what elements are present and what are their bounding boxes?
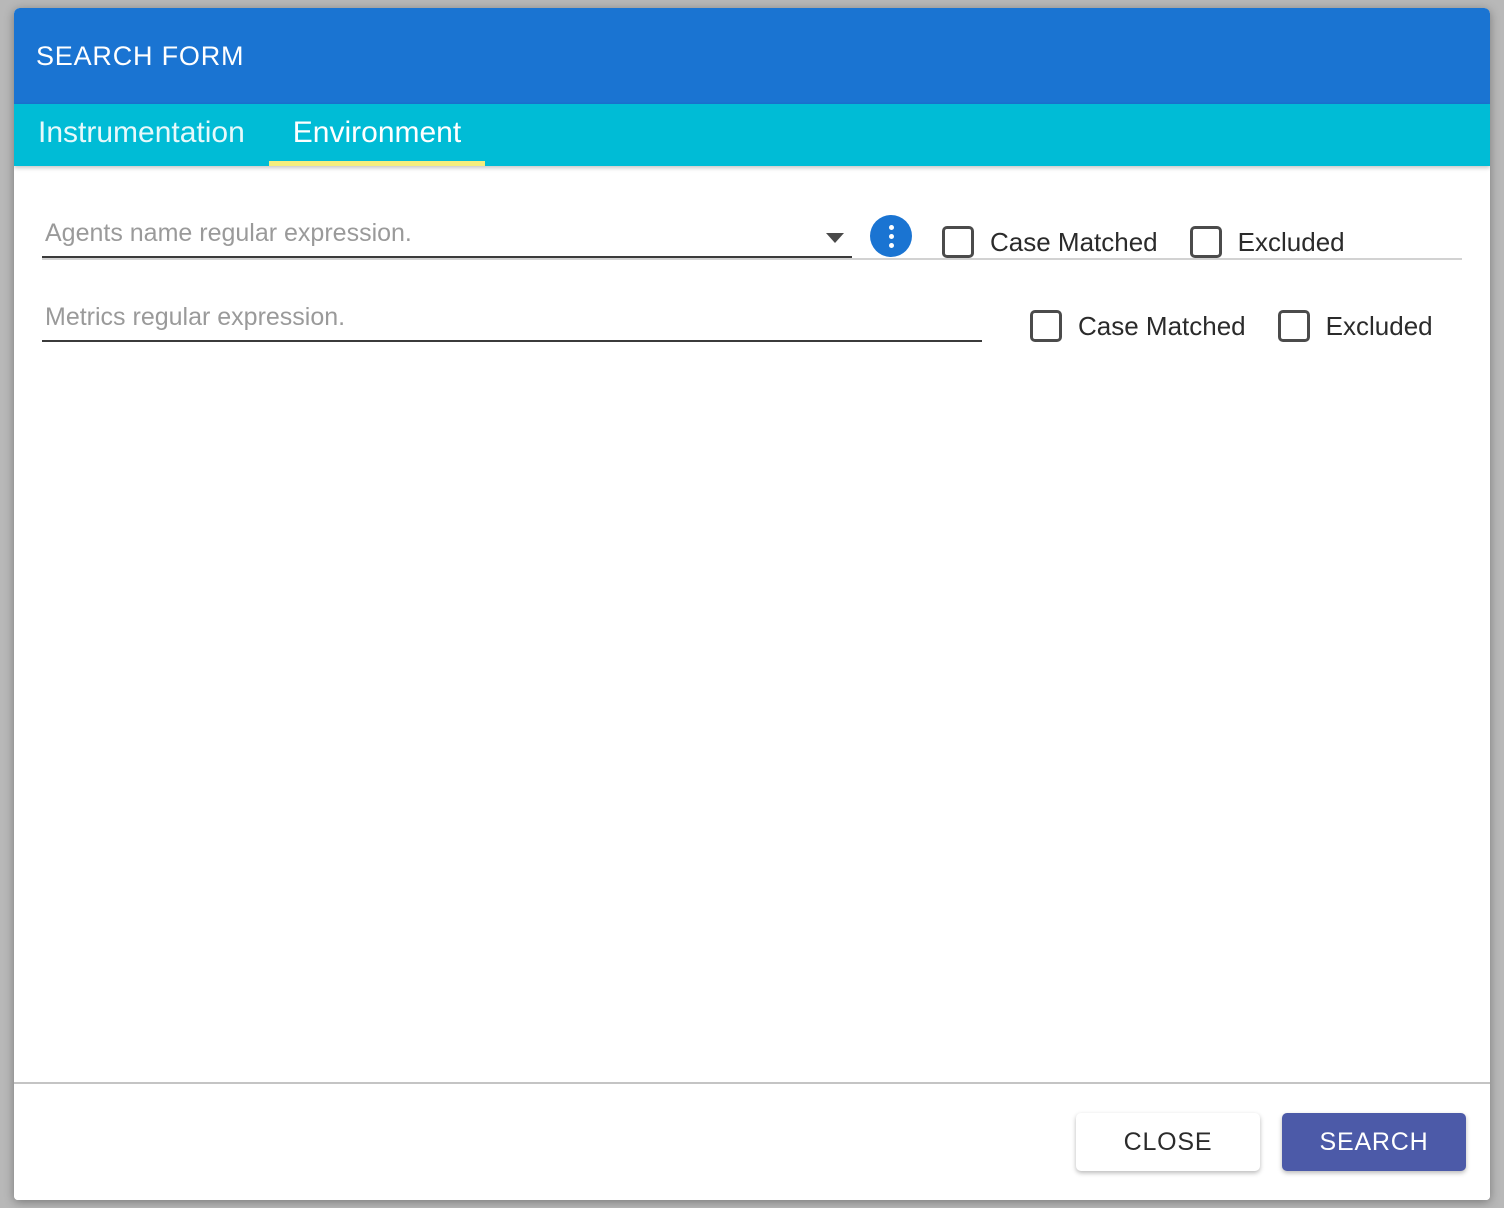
- form-content: Case Matched Excluded Case Matched Exclu…: [14, 166, 1490, 1082]
- agents-case-matched-checkbox-group[interactable]: Case Matched: [942, 226, 1158, 258]
- more-vert-icon-dot-2: [888, 233, 894, 239]
- tab-environment[interactable]: Environment: [268, 104, 486, 166]
- metrics-case-matched-checkbox[interactable]: [1030, 310, 1062, 342]
- metrics-case-matched-label: Case Matched: [1078, 310, 1246, 341]
- metrics-excluded-checkbox-group[interactable]: Excluded: [1277, 310, 1433, 342]
- tab-bar: Instrumentation Environment: [14, 104, 1490, 166]
- dialog-footer: CLOSE SEARCH: [14, 1082, 1490, 1200]
- dialog-title: SEARCH FORM: [36, 40, 245, 71]
- search-button[interactable]: SEARCH: [1282, 1113, 1466, 1171]
- agents-name-input[interactable]: [42, 218, 852, 252]
- more-vert-icon-dot-1: [888, 224, 894, 230]
- agents-excluded-label: Excluded: [1237, 226, 1345, 257]
- close-button[interactable]: CLOSE: [1076, 1113, 1260, 1171]
- agents-more-options-button[interactable]: [870, 215, 912, 257]
- tab-environment-label: Environment: [292, 116, 462, 149]
- metrics-input[interactable]: [42, 302, 982, 336]
- metrics-field-wrapper: [42, 298, 982, 342]
- agents-name-field-wrapper: [42, 214, 852, 258]
- search-form-dialog: SEARCH FORM Instrumentation Environment: [14, 8, 1490, 1200]
- metrics-case-matched-checkbox-group[interactable]: Case Matched: [1030, 310, 1246, 342]
- chevron-down-icon[interactable]: [826, 233, 844, 243]
- more-vert-icon-dot-3: [888, 242, 894, 248]
- agents-name-row: Case Matched Excluded: [14, 166, 1490, 258]
- dialog-titlebar: SEARCH FORM: [14, 8, 1490, 104]
- agents-case-matched-checkbox[interactable]: [942, 226, 974, 258]
- metrics-excluded-label: Excluded: [1325, 310, 1433, 341]
- tab-instrumentation[interactable]: Instrumentation: [14, 104, 269, 166]
- tab-instrumentation-label: Instrumentation: [38, 116, 245, 149]
- agents-excluded-checkbox[interactable]: [1189, 226, 1222, 258]
- agents-case-matched-label: Case Matched: [990, 226, 1158, 257]
- metrics-excluded-checkbox[interactable]: [1277, 310, 1310, 342]
- metrics-row: Case Matched Excluded: [14, 260, 1490, 342]
- agents-excluded-checkbox-group[interactable]: Excluded: [1189, 226, 1345, 258]
